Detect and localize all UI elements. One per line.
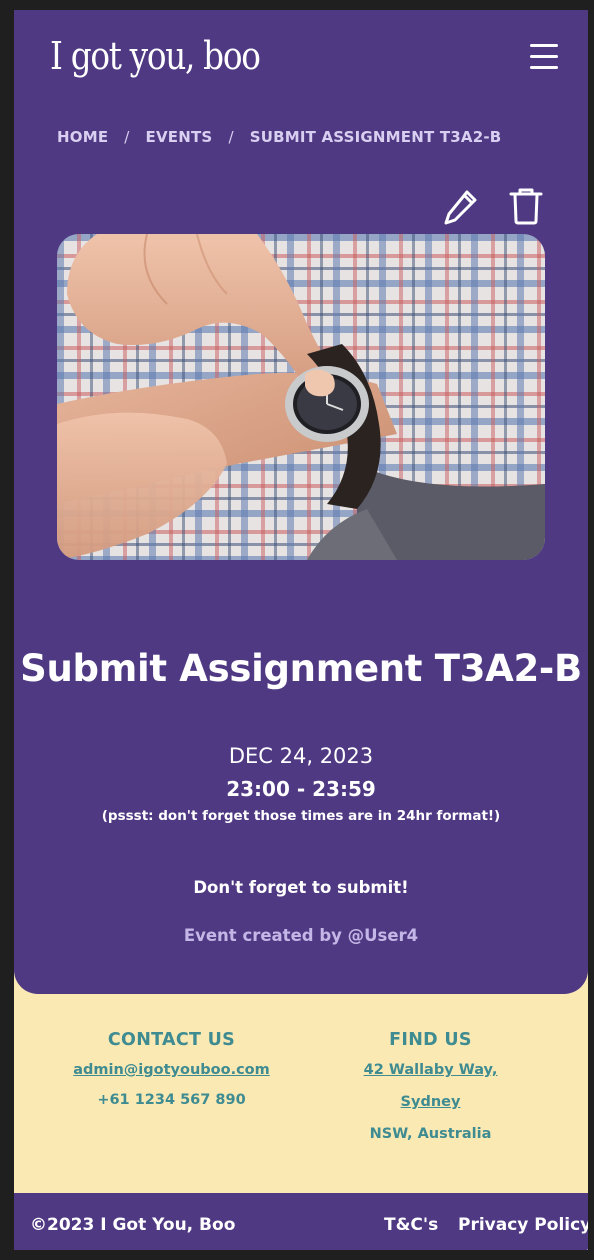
main-content-bottom — [14, 968, 588, 994]
time-format-hint: (pssst: don't forget those times are in … — [101, 808, 501, 824]
delete-button[interactable] — [506, 185, 546, 227]
contact-section — [14, 968, 588, 1193]
event-image — [57, 234, 545, 560]
app-frame: I got you, boo HOME / EVENTS / SUBMIT ASSIGN… — [14, 10, 588, 1250]
breadcrumb-home[interactable]: HOME — [57, 128, 108, 146]
breadcrumb-current: SUBMIT ASSIGNMENT T3A2-B — [249, 128, 502, 146]
breadcrumb-separator: / — [228, 128, 234, 146]
address-link-city[interactable]: Sydney — [401, 1094, 461, 1110]
contact-email-link[interactable]: admin@igotyouboo.com — [73, 1062, 270, 1078]
privacy-policy-link[interactable]: Privacy Policy — [458, 1215, 588, 1235]
address-line-1: 42 Wallaby Way, — [287, 1062, 574, 1078]
event-time: 23:00 - 23:59 — [226, 777, 376, 801]
find-heading: FIND US — [389, 1030, 472, 1050]
breadcrumb-events[interactable]: EVENTS — [146, 128, 213, 146]
event-creator: Event created by @User4 — [183, 926, 419, 945]
event-description: Don't forget to submit! — [193, 878, 409, 897]
hamburger-menu-icon[interactable] — [530, 44, 560, 70]
terms-link[interactable]: T&C's — [384, 1215, 438, 1235]
address-link-street[interactable]: 42 Wallaby Way, — [364, 1062, 498, 1078]
breadcrumb-separator: / — [124, 128, 130, 146]
address-line-2: Sydney — [287, 1094, 574, 1110]
event-title: Submit Assignment T3A2-B — [20, 647, 582, 690]
event-date: DEC 24, 2023 — [228, 744, 374, 768]
wristwatch-photo — [57, 234, 545, 560]
address-line-3: NSW, Australia — [369, 1126, 492, 1142]
header: I got you, boo — [14, 10, 588, 110]
breadcrumb: HOME / EVENTS / SUBMIT ASSIGNMENT T3A2-B — [57, 128, 501, 146]
contact-heading: CONTACT US — [107, 1030, 236, 1050]
copyright-text: ©2023 I Got You, Boo — [30, 1215, 236, 1235]
resize-handle-icon[interactable] — [574, 1236, 588, 1250]
edit-button[interactable] — [442, 185, 482, 227]
contact-email-line: admin@igotyouboo.com — [28, 1062, 315, 1078]
trash-icon — [509, 188, 543, 225]
site-logo[interactable]: I got you, boo — [50, 34, 261, 78]
contact-phone: +61 1234 567 890 — [97, 1092, 246, 1108]
pencil-icon — [444, 190, 477, 225]
